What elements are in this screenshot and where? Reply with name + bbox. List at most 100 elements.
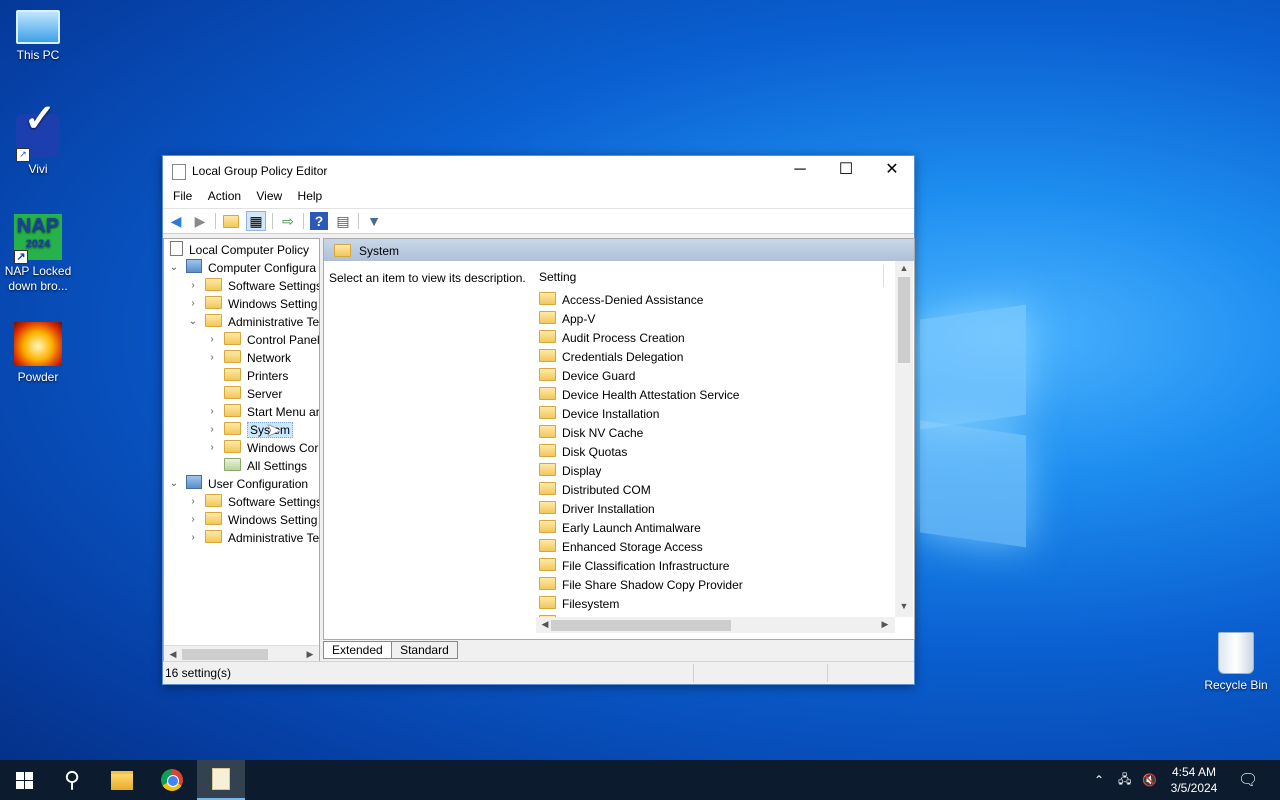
scroll-right-icon[interactable]: ▶ bbox=[876, 619, 894, 630]
expand-chevron-icon[interactable]: › bbox=[187, 493, 199, 511]
title-bar[interactable]: Local Group Policy Editor ─ ☐ ✕ bbox=[163, 156, 914, 186]
action-center-button[interactable]: 🗨 bbox=[1238, 760, 1258, 800]
settings-list-item[interactable]: File Share Shadow Copy Provider bbox=[539, 576, 743, 595]
tree-item-user-windows-settings[interactable]: › Windows Setting bbox=[187, 511, 317, 529]
settings-list[interactable]: Setting Access-Denied Assistance App-V Aud… bbox=[536, 261, 913, 639]
menu-view[interactable]: View bbox=[250, 186, 288, 206]
tree-item-windows-settings[interactable]: › Windows Setting bbox=[187, 295, 317, 313]
desktop-icon-recycle-bin[interactable]: Recycle Bin bbox=[1198, 632, 1274, 693]
expand-chevron-icon[interactable]: › bbox=[187, 529, 199, 547]
settings-list-item[interactable]: Device Health Attestation Service bbox=[539, 386, 739, 405]
show-hidden-icons[interactable]: ⌃ bbox=[1094, 760, 1104, 800]
details-header: System bbox=[324, 239, 914, 261]
expand-chevron-icon[interactable]: › bbox=[187, 511, 199, 529]
tree-item-user-administrative-templates[interactable]: › Administrative Te bbox=[187, 529, 319, 547]
settings-list-item[interactable]: App-V bbox=[539, 310, 595, 329]
settings-list-item[interactable]: Early Launch Antimalware bbox=[539, 519, 701, 538]
tree-item-network[interactable]: › Network bbox=[206, 349, 291, 367]
tab-standard[interactable]: Standard bbox=[391, 641, 458, 659]
toolbar-separator bbox=[358, 213, 359, 229]
mouse-cursor-icon: ➤ bbox=[266, 420, 282, 440]
tree-item-user-configuration[interactable]: ⌄ User Configuration bbox=[168, 475, 308, 493]
volume-tray[interactable]: 🔇 bbox=[1142, 760, 1157, 800]
horizontal-scrollbar[interactable]: ◀ ▶ bbox=[536, 617, 895, 633]
show-hide-tree-icon[interactable]: ▦ bbox=[246, 211, 266, 231]
help-icon[interactable]: ? bbox=[310, 212, 328, 230]
wallpaper-logo-pane bbox=[920, 304, 1026, 430]
details-header-title: System bbox=[359, 244, 400, 258]
collapse-chevron-icon[interactable]: ⌄ bbox=[168, 259, 180, 277]
expand-chevron-icon[interactable]: › bbox=[206, 421, 218, 439]
expand-chevron-icon[interactable]: › bbox=[187, 295, 199, 313]
tree-item-server[interactable]: Server bbox=[206, 385, 282, 403]
scroll-up-icon[interactable]: ▲ bbox=[895, 263, 913, 273]
desktop-icon-powder[interactable]: Powder bbox=[0, 322, 76, 385]
minimize-button[interactable]: ─ bbox=[777, 156, 823, 186]
taskbar-chrome[interactable] bbox=[148, 760, 196, 800]
tree-root-local-computer-policy[interactable]: Local Computer Policy bbox=[170, 241, 309, 259]
column-separator[interactable] bbox=[883, 265, 884, 287]
vertical-scrollbar[interactable]: ▲ ▼ bbox=[895, 261, 913, 617]
taskbar-group-policy-editor[interactable] bbox=[197, 760, 245, 800]
settings-list-item[interactable]: Audit Process Creation bbox=[539, 329, 685, 348]
forward-arrow-icon[interactable]: ▶ bbox=[191, 212, 209, 230]
tree-item-administrative-templates[interactable]: ⌄ Administrative Te bbox=[187, 313, 319, 331]
expand-chevron-icon[interactable]: › bbox=[206, 439, 218, 457]
search-button[interactable]: ⚲ bbox=[48, 760, 96, 800]
desktop-icon-this-pc[interactable]: This PC bbox=[0, 10, 76, 63]
tree-item-control-panel[interactable]: › Control Panel bbox=[206, 331, 319, 349]
collapse-chevron-icon[interactable]: ⌄ bbox=[168, 475, 180, 493]
tree-item-all-settings[interactable]: All Settings bbox=[206, 457, 307, 475]
scroll-left-icon[interactable]: ◀ bbox=[164, 649, 182, 660]
tree-item-start-menu[interactable]: › Start Menu ar bbox=[206, 403, 319, 421]
settings-list-item[interactable]: Enhanced Storage Access bbox=[539, 538, 703, 557]
back-arrow-icon[interactable]: ◀ bbox=[167, 212, 185, 230]
settings-list-item-label: Device Guard bbox=[562, 369, 636, 383]
scroll-right-icon[interactable]: ▶ bbox=[301, 649, 319, 660]
collapse-chevron-icon[interactable]: ⌄ bbox=[187, 313, 199, 331]
network-tray[interactable]: 🖧 bbox=[1118, 760, 1131, 800]
menu-help[interactable]: Help bbox=[292, 186, 329, 206]
settings-list-item[interactable]: File Classification Infrastructure bbox=[539, 557, 729, 576]
settings-list-item[interactable]: Display bbox=[539, 462, 601, 481]
settings-list-item[interactable]: Access-Denied Assistance bbox=[539, 291, 703, 310]
close-button[interactable]: ✕ bbox=[869, 156, 915, 186]
tree-pane[interactable]: Local Computer Policy ⌄ Computer Configu… bbox=[163, 238, 320, 664]
settings-list-item[interactable]: Device Installation bbox=[539, 405, 659, 424]
scrollbar-thumb[interactable] bbox=[551, 620, 731, 631]
properties-icon[interactable]: ▤ bbox=[334, 212, 352, 230]
filter-icon[interactable]: ▼ bbox=[365, 212, 383, 230]
maximize-button[interactable]: ☐ bbox=[823, 156, 869, 186]
up-folder-icon[interactable] bbox=[222, 212, 240, 230]
tree-item-windows-components[interactable]: › Windows Cor bbox=[206, 439, 318, 457]
column-header-setting[interactable]: Setting bbox=[539, 270, 576, 284]
menu-action[interactable]: Action bbox=[202, 186, 247, 206]
taskbar-file-explorer[interactable] bbox=[98, 760, 146, 800]
scrollbar-thumb[interactable] bbox=[898, 277, 910, 363]
expand-chevron-icon[interactable]: › bbox=[187, 277, 199, 295]
tree-item-user-software-settings[interactable]: › Software Settings bbox=[187, 493, 319, 511]
menu-file[interactable]: File bbox=[167, 186, 198, 206]
scrollbar-thumb[interactable] bbox=[182, 649, 268, 660]
settings-list-item[interactable]: Driver Installation bbox=[539, 500, 655, 519]
expand-chevron-icon[interactable]: › bbox=[206, 349, 218, 367]
tab-extended[interactable]: Extended bbox=[323, 641, 392, 659]
settings-list-item[interactable]: Disk Quotas bbox=[539, 443, 627, 462]
settings-list-item[interactable]: Filesystem bbox=[539, 595, 619, 614]
expand-chevron-icon[interactable]: › bbox=[206, 331, 218, 349]
settings-list-item[interactable]: Credentials Delegation bbox=[539, 348, 683, 367]
start-button[interactable] bbox=[0, 760, 48, 800]
expand-chevron-icon[interactable]: › bbox=[206, 403, 218, 421]
desktop-icon-vivi[interactable]: ↗ Vivi bbox=[0, 112, 76, 177]
tree-item-software-settings[interactable]: › Software Settings bbox=[187, 277, 319, 295]
settings-list-item[interactable]: Device Guard bbox=[539, 367, 635, 386]
tree-item-computer-configuration[interactable]: ⌄ Computer Configura bbox=[168, 259, 316, 277]
tree-item-printers[interactable]: Printers bbox=[206, 367, 288, 385]
export-list-icon[interactable]: ⇨ bbox=[279, 212, 297, 230]
clock[interactable]: 4:54 AM 3/5/2024 bbox=[1160, 764, 1228, 796]
scroll-down-icon[interactable]: ▼ bbox=[895, 601, 913, 611]
folder-icon bbox=[539, 349, 556, 362]
desktop-icon-nap[interactable]: NAP 2024 ↗ NAP Locked down bro... bbox=[0, 214, 76, 294]
settings-list-item[interactable]: Disk NV Cache bbox=[539, 424, 643, 443]
settings-list-item[interactable]: Distributed COM bbox=[539, 481, 651, 500]
